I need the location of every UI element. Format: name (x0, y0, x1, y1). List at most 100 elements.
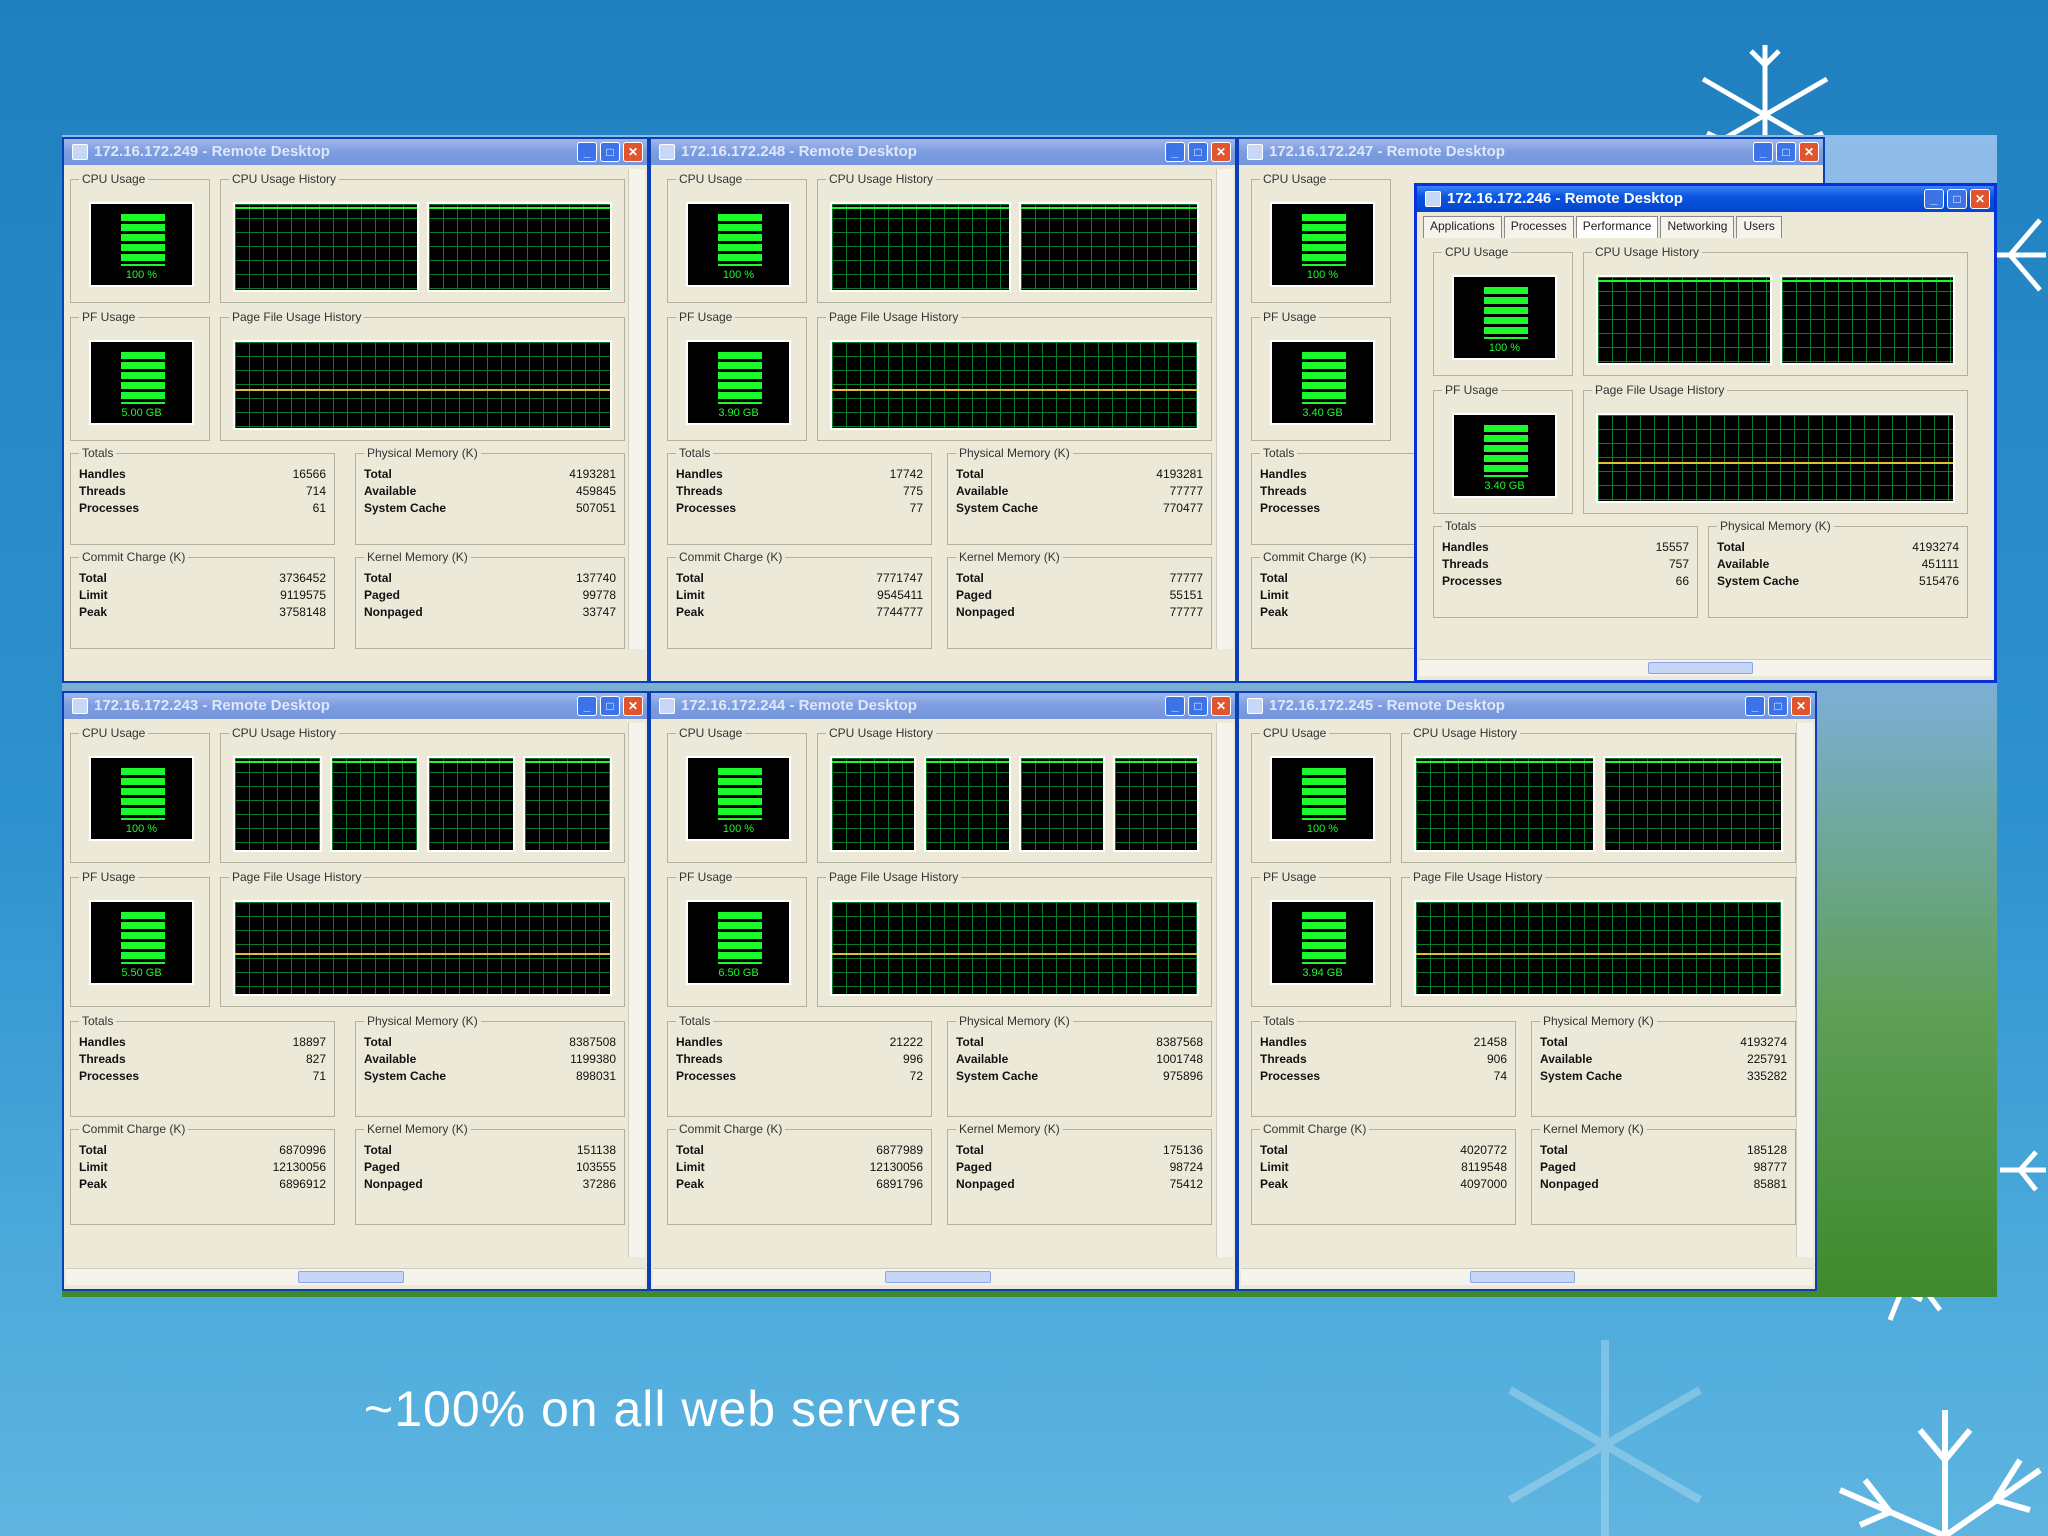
cpu-history-graph (830, 756, 917, 852)
group-label: PF Usage (1260, 870, 1320, 884)
close-icon[interactable]: ✕ (1211, 696, 1231, 716)
remote-desktop-window[interactable]: 172.16.172.246 - Remote Desktop _ □ ✕ Appl… (1414, 183, 1997, 683)
horizontal-scrollbar[interactable] (653, 1268, 1233, 1285)
group-label: PF Usage (676, 310, 736, 324)
window-titlebar[interactable]: 172.16.172.243 - Remote Desktop _ □ ✕ (64, 693, 647, 719)
horizontal-scrollbar[interactable] (66, 1268, 645, 1285)
maximize-icon[interactable]: □ (600, 142, 620, 162)
vertical-scrollbar[interactable] (628, 723, 645, 1257)
group-label: Commit Charge (K) (79, 550, 189, 564)
minimize-icon[interactable]: _ (577, 696, 597, 716)
window-icon (659, 144, 675, 160)
close-icon[interactable]: ✕ (1970, 189, 1990, 209)
totals-group: Totals Handles 17742 Threads 775 Processes… (667, 446, 932, 545)
group-label: Physical Memory (K) (1540, 1014, 1657, 1028)
pf-meter-value: 3.40 GB (1302, 407, 1343, 419)
cpu-meter-value: 100 % (1488, 342, 1521, 354)
group-label: CPU Usage History (826, 726, 937, 740)
cpu-history-graph (329, 756, 419, 852)
scrollbar-thumb[interactable] (885, 1271, 992, 1283)
remote-desktop-window[interactable]: 172.16.172.248 - Remote Desktop _ □ ✕ CPU … (649, 137, 1237, 683)
vertical-scrollbar[interactable] (1796, 723, 1813, 1257)
scrollbar-thumb[interactable] (1469, 1271, 1575, 1283)
pf-history-graph (233, 900, 612, 996)
group-label: Physical Memory (K) (956, 446, 1073, 460)
close-icon[interactable]: ✕ (1799, 142, 1819, 162)
cpu-usage-group: CPU Usage 100 % (667, 726, 807, 863)
group-label: PF Usage (1442, 383, 1502, 397)
window-title: 172.16.172.246 - Remote Desktop (1447, 190, 1683, 207)
vertical-scrollbar[interactable] (1216, 723, 1233, 1257)
window-titlebar[interactable]: 172.16.172.249 - Remote Desktop _ □ ✕ (64, 139, 647, 165)
pf-usage-group: PF Usage 3.90 GB (667, 310, 807, 441)
minimize-icon[interactable]: _ (577, 142, 597, 162)
close-icon[interactable]: ✕ (623, 142, 643, 162)
group-label: Commit Charge (K) (1260, 1122, 1370, 1136)
remote-desktop-window[interactable]: 172.16.172.245 - Remote Desktop _ □ ✕ CPU … (1237, 691, 1817, 1291)
group-label: Page File Usage History (229, 310, 365, 324)
window-titlebar[interactable]: 172.16.172.248 - Remote Desktop _ □ ✕ (651, 139, 1235, 165)
close-icon[interactable]: ✕ (1791, 696, 1811, 716)
pf-usage-group: PF Usage 5.00 GB (70, 310, 210, 441)
maximize-icon[interactable]: □ (1188, 696, 1208, 716)
group-label: Physical Memory (K) (956, 1014, 1073, 1028)
scrollbar-thumb[interactable] (297, 1271, 404, 1283)
group-label: Kernel Memory (K) (364, 550, 471, 564)
pf-history-group: Page File Usage History (220, 310, 625, 441)
window-titlebar[interactable]: 172.16.172.244 - Remote Desktop _ □ ✕ (651, 693, 1235, 719)
tab-users[interactable]: Users (1736, 216, 1782, 238)
vertical-scrollbar[interactable] (1216, 169, 1233, 649)
minimize-icon[interactable]: _ (1924, 189, 1944, 209)
snowflake-icon (1838, 1410, 2042, 1536)
group-label: Page File Usage History (1592, 383, 1728, 397)
pf-history-graph (1414, 900, 1783, 996)
tab-networking[interactable]: Networking (1660, 216, 1735, 238)
cpu-history-graph (830, 202, 1011, 292)
window-titlebar[interactable]: 172.16.172.246 - Remote Desktop _ □ ✕ (1417, 186, 1994, 212)
scrollbar-thumb[interactable] (1648, 662, 1754, 674)
pf-meter-value: 5.50 GB (121, 967, 162, 979)
cpu-meter-value: 100 % (125, 269, 158, 281)
vertical-scrollbar[interactable] (628, 169, 645, 649)
slide-caption: ~100% on all web servers (364, 1381, 962, 1437)
pf-history-group: Page File Usage History (1401, 870, 1796, 1007)
minimize-icon[interactable]: _ (1753, 142, 1773, 162)
tab-processes[interactable]: Processes (1503, 216, 1574, 238)
window-icon (72, 144, 88, 160)
cpu-history-graph (426, 756, 516, 852)
close-icon[interactable]: ✕ (1211, 142, 1231, 162)
remote-desktop-screenshot: 172.16.172.249 - Remote Desktop _ □ ✕ CPU … (62, 135, 1997, 1297)
cpu-usage-group: CPU Usage 100 % (1433, 245, 1573, 376)
cpu-usage-group: CPU Usage 100 % (1251, 172, 1391, 303)
window-titlebar[interactable]: 172.16.172.245 - Remote Desktop _ □ ✕ (1239, 693, 1815, 719)
window-icon (72, 698, 88, 714)
group-label: CPU Usage (1260, 726, 1330, 740)
pf-meter: 5.00 GB (89, 340, 194, 425)
remote-desktop-window[interactable]: 172.16.172.243 - Remote Desktop _ □ ✕ CPU … (62, 691, 649, 1291)
group-label: Commit Charge (K) (676, 1122, 786, 1136)
horizontal-scrollbar[interactable] (1241, 1268, 1813, 1285)
commit-charge-group: Commit Charge (K) Total 3736452 Limit 9119… (70, 550, 335, 649)
tab-applications[interactable]: Applications (1423, 216, 1502, 238)
window-titlebar[interactable]: 172.16.172.247 - Remote Desktop _ □ ✕ (1239, 139, 1823, 165)
window-title: 172.16.172.249 - Remote Desktop (94, 143, 330, 160)
maximize-icon[interactable]: □ (600, 696, 620, 716)
cpu-history-graph (1112, 756, 1199, 852)
group-label: CPU Usage History (826, 172, 937, 186)
maximize-icon[interactable]: □ (1947, 189, 1967, 209)
pf-usage-group: PF Usage 3.94 GB (1251, 870, 1391, 1007)
maximize-icon[interactable]: □ (1188, 142, 1208, 162)
minimize-icon[interactable]: _ (1165, 696, 1185, 716)
remote-desktop-window[interactable]: 172.16.172.249 - Remote Desktop _ □ ✕ CPU … (62, 137, 649, 683)
maximize-icon[interactable]: □ (1776, 142, 1796, 162)
tab-performance[interactable]: Performance (1575, 216, 1659, 238)
maximize-icon[interactable]: □ (1768, 696, 1788, 716)
minimize-icon[interactable]: _ (1165, 142, 1185, 162)
horizontal-scrollbar[interactable] (1419, 659, 1992, 676)
group-label: Kernel Memory (K) (1540, 1122, 1647, 1136)
minimize-icon[interactable]: _ (1745, 696, 1765, 716)
group-label: CPU Usage (1260, 172, 1330, 186)
close-icon[interactable]: ✕ (623, 696, 643, 716)
remote-desktop-window[interactable]: 172.16.172.244 - Remote Desktop _ □ ✕ CPU … (649, 691, 1237, 1291)
cpu-meter-value: 100 % (722, 823, 755, 835)
